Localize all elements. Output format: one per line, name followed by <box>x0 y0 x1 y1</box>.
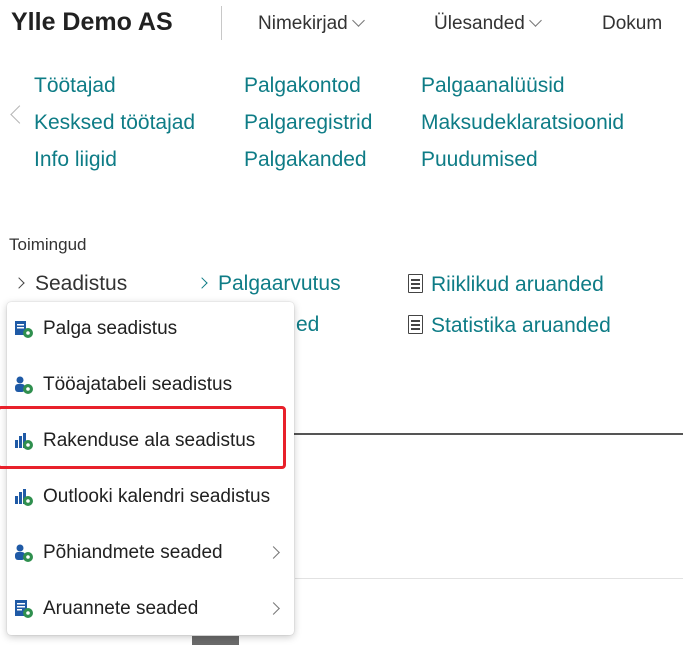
link-palgaanaluusid[interactable]: Palgaanalüüsid <box>421 74 565 98</box>
action-riiklikud-aruanded[interactable]: Riiklikud aruanded <box>408 272 604 297</box>
company-name[interactable]: Ylle Demo AS <box>11 8 173 37</box>
dropdown-item-label: Outlooki kalendri seadistus <box>43 486 271 507</box>
chevron-left-icon[interactable] <box>10 105 29 124</box>
menu-nimekirjad[interactable]: Nimekirjad <box>258 13 365 35</box>
action-statistika-label: Statistika aruanded <box>431 314 611 337</box>
menu-ulesanded[interactable]: Ülesanded <box>434 13 542 35</box>
dropdown-item-aruannete-seaded[interactable]: Aruannete seaded <box>7 582 294 637</box>
chevron-right-icon <box>267 546 280 559</box>
dropdown-item-pohiandmete-seaded[interactable]: Põhiandmete seaded <box>7 526 294 581</box>
link-kesksed-tootajad[interactable]: Kesksed töötajad <box>34 111 195 135</box>
setup-icon <box>15 321 33 338</box>
report-setup-icon <box>15 600 33 618</box>
action-palgaarvutus-label: Palgaarvutus <box>218 272 341 295</box>
action-statistika-aruanded[interactable]: Statistika aruanded <box>408 313 611 338</box>
dropdown-item-label: Aruannete seaded <box>43 598 199 619</box>
scroll-indicator[interactable] <box>192 636 239 645</box>
action-seadistus[interactable]: Seadistus <box>13 272 128 296</box>
chart-setup-icon <box>15 489 33 506</box>
dropdown-item-tooajatabeli-seadistus[interactable]: Tööajatabeli seadistus <box>7 358 294 413</box>
content-divider-light <box>295 578 683 579</box>
people-setup-icon <box>15 544 33 562</box>
menu-ulesanded-label: Ülesanded <box>434 13 525 34</box>
link-puudumised[interactable]: Puudumised <box>421 148 538 172</box>
chevron-down-icon <box>351 14 365 27</box>
people-setup-icon <box>15 376 33 394</box>
document-icon <box>408 274 423 293</box>
menu-nimekirjad-label: Nimekirjad <box>258 13 348 34</box>
action-seadistus-label: Seadistus <box>35 272 128 295</box>
link-palgakanded[interactable]: Palgakanded <box>244 148 367 172</box>
header-divider <box>221 6 222 40</box>
dropdown-item-outlooki-kalendri-seadistus[interactable]: Outlooki kalendri seadistus <box>7 470 294 525</box>
link-tootajad[interactable]: Töötajad <box>34 74 116 98</box>
highlight-box <box>0 406 286 469</box>
link-info-liigid[interactable]: Info liigid <box>34 148 117 172</box>
content-divider <box>288 433 683 435</box>
chevron-down-icon <box>528 14 542 27</box>
menu-dokumendid[interactable]: Dokum <box>602 13 662 35</box>
dropdown-item-palga-seadistus[interactable]: Palga seadistus <box>7 302 294 357</box>
section-toimingud: Toimingud <box>9 235 87 254</box>
chevron-right-icon <box>13 277 25 289</box>
chevron-right-icon <box>196 277 208 289</box>
action-riiklikud-label: Riiklikud aruanded <box>431 273 604 296</box>
action-hidden-partial[interactable]: ed <box>296 313 319 337</box>
link-maksudeklaratsioonid[interactable]: Maksudeklaratsioonid <box>421 111 624 135</box>
dropdown-item-label: Palga seadistus <box>43 318 178 339</box>
action-palgaarvutus[interactable]: Palgaarvutus <box>196 272 341 296</box>
dropdown-item-label: Põhiandmete seaded <box>43 542 223 563</box>
dropdown-item-label: Tööajatabeli seadistus <box>43 374 233 395</box>
chevron-right-icon <box>267 602 280 615</box>
document-icon <box>408 315 423 334</box>
link-palgakontod[interactable]: Palgakontod <box>244 74 361 98</box>
link-palgaregistrid[interactable]: Palgaregistrid <box>244 111 372 135</box>
